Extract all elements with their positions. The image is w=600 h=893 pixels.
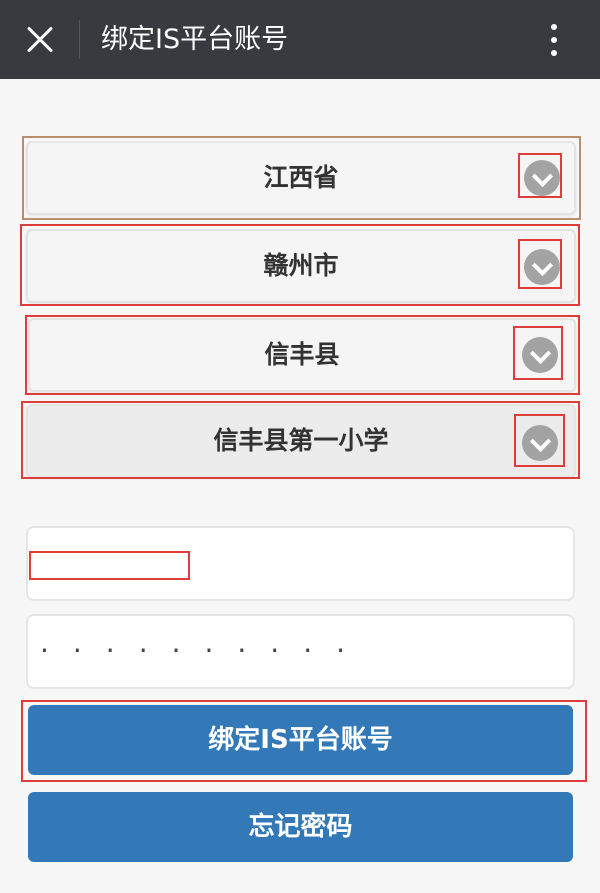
header-divider xyxy=(79,20,80,59)
close-icon[interactable] xyxy=(20,20,60,60)
password-input[interactable] xyxy=(26,614,575,689)
page-title: 绑定IS平台账号 xyxy=(101,24,289,55)
forgot-password-button[interactable]: 忘记密码 xyxy=(28,792,573,862)
school-select-value: 信丰县第一小学 xyxy=(213,426,389,455)
city-select-value: 赣州市 xyxy=(263,251,339,280)
county-select-value: 信丰县 xyxy=(264,340,340,369)
username-input[interactable] xyxy=(26,526,575,601)
school-select[interactable]: 信丰县第一小学 xyxy=(26,404,576,478)
chevron-down-icon[interactable] xyxy=(524,249,560,285)
chevron-down-icon[interactable] xyxy=(522,425,558,461)
bind-account-button[interactable]: 绑定IS平台账号 xyxy=(28,705,573,775)
chevron-down-icon[interactable] xyxy=(524,160,560,196)
county-select[interactable]: 信丰县 xyxy=(28,318,576,392)
province-select-value: 江西省 xyxy=(263,163,339,192)
province-select[interactable]: 江西省 xyxy=(26,141,576,215)
chevron-down-icon[interactable] xyxy=(522,337,558,373)
app-header: 绑定IS平台账号 xyxy=(0,0,600,79)
more-options-icon[interactable] xyxy=(540,20,568,60)
city-select[interactable]: 赣州市 xyxy=(26,229,576,303)
